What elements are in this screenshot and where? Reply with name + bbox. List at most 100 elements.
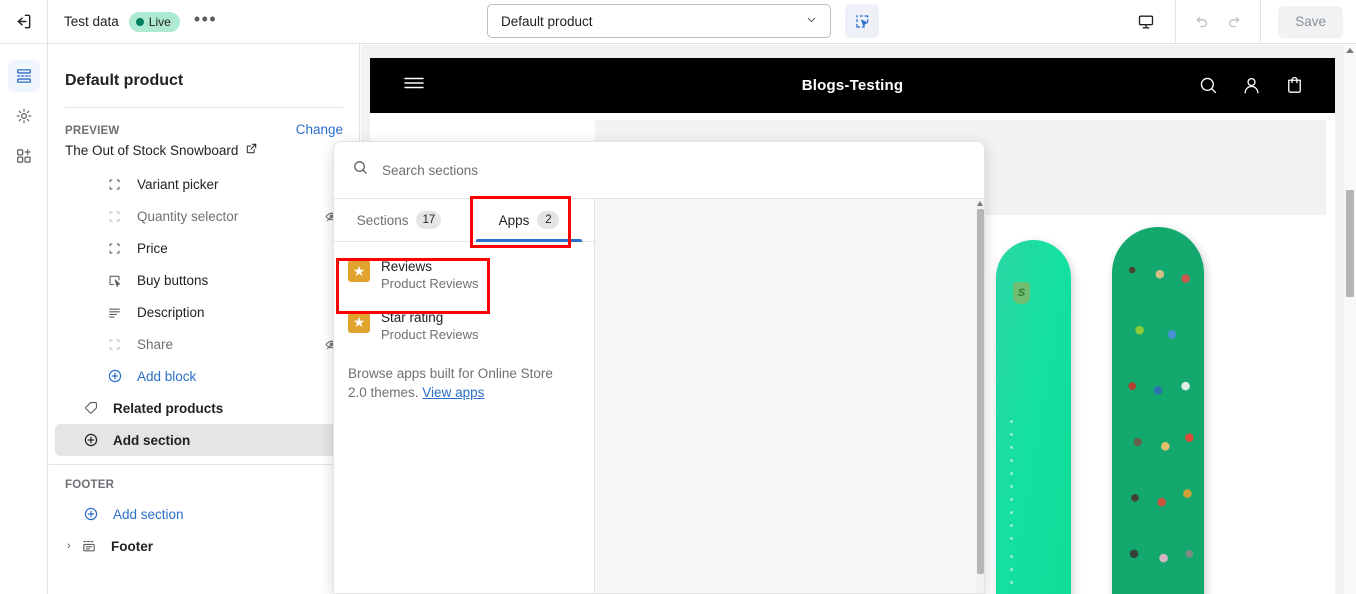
popover-tabs: Sections 17 Apps 2	[334, 199, 594, 242]
app-name: Star rating	[381, 310, 444, 325]
external-link-icon	[245, 142, 258, 158]
product-selector[interactable]: Default product	[487, 4, 831, 38]
theme-name: Test data	[64, 14, 119, 29]
footer-add-section-label: Add section	[113, 506, 184, 522]
plus-circle-icon	[107, 368, 127, 384]
preview-product-name: The Out of Stock Snowboard	[65, 142, 239, 158]
tab-sections-label: Sections	[356, 212, 409, 228]
top-bar-center: Default product	[487, 4, 879, 38]
section-row-related-products[interactable]: Related products	[55, 392, 353, 424]
board-dot-pattern	[1004, 550, 1026, 594]
search-icon	[352, 159, 369, 181]
more-options-button[interactable]: •••	[190, 10, 221, 30]
sidebar-item-sections[interactable]	[7, 60, 40, 92]
sections-icon	[16, 69, 31, 83]
popover-body: Sections 17 Apps 2 ★ Reviews Product Rev…	[334, 199, 984, 593]
block-row-buy-buttons[interactable]: Buy buttons	[55, 264, 353, 296]
exit-editor-button[interactable]	[0, 0, 48, 43]
add-block-button[interactable]: Add block	[55, 360, 353, 392]
app-developer: Product Reviews	[381, 327, 479, 342]
app-name: Reviews	[381, 259, 433, 274]
status-badge-label: Live	[148, 14, 171, 29]
top-bar: Test data Live ••• Default product Save	[0, 0, 1356, 44]
add-section-label: Add section	[113, 432, 191, 448]
scroll-up-arrow-icon[interactable]	[1346, 48, 1354, 53]
block-row-price[interactable]: Price	[55, 232, 353, 264]
search-input[interactable]	[382, 162, 966, 178]
preview-label: PREVIEW	[65, 125, 120, 137]
popover-scrollbar[interactable]	[976, 200, 984, 593]
undo-button[interactable]	[1194, 13, 1211, 30]
browse-apps-note: Browse apps built for Online Store 2.0 t…	[334, 352, 570, 402]
app-item-star-rating[interactable]: ★ Star rating Product Reviews	[334, 301, 594, 352]
preview-product[interactable]: The Out of Stock Snowboard	[65, 142, 343, 158]
redo-button[interactable]	[1225, 13, 1242, 30]
view-apps-link[interactable]: View apps	[422, 385, 484, 400]
left-icon-rail	[0, 44, 48, 594]
block-row-description[interactable]: Description	[55, 296, 353, 328]
chevron-right-icon[interactable]: ›	[67, 540, 81, 552]
app-item-reviews[interactable]: ★ Reviews Product Reviews	[334, 250, 594, 301]
block-label: Price	[137, 240, 168, 256]
theme-info: Test data Live •••	[48, 10, 221, 32]
storefront-header: Blogs-Testing	[370, 58, 1335, 113]
account-icon[interactable]	[1241, 75, 1262, 96]
block-icon	[107, 177, 127, 192]
section-row-footer[interactable]: › Footer	[55, 530, 353, 562]
sidebar-item-app-embeds[interactable]	[8, 140, 40, 172]
block-icon	[107, 209, 127, 224]
cart-icon[interactable]	[1284, 75, 1305, 96]
snowboard-image-right	[1112, 227, 1204, 594]
product-images: S	[984, 215, 1326, 594]
snowboard-image-left: S	[996, 240, 1071, 594]
exit-icon	[17, 14, 31, 29]
chevron-down-icon	[805, 13, 818, 29]
group-label-footer: FOOTER	[65, 479, 115, 491]
footer-add-section-button[interactable]: Add section	[55, 498, 353, 530]
add-section-button[interactable]: Add section	[55, 424, 353, 456]
scrollbar-thumb[interactable]	[977, 209, 984, 574]
live-dot-icon	[135, 17, 144, 26]
star-app-icon: ★	[348, 260, 370, 282]
section-picker-icon	[855, 14, 869, 28]
storefront-header-icons	[1198, 75, 1305, 96]
block-row-quantity-selector[interactable]: Quantity selector	[55, 200, 353, 232]
tag-icon	[83, 400, 103, 416]
page-title: Default product	[65, 72, 184, 89]
device-preview-button[interactable]	[1116, 0, 1177, 43]
block-row-share[interactable]: Share	[55, 328, 353, 360]
save-container: Save	[1261, 5, 1356, 38]
history-controls	[1176, 0, 1262, 43]
tab-sections[interactable]: Sections 17	[334, 199, 464, 241]
change-preview-button[interactable]: Change	[296, 122, 343, 137]
redo-icon	[1229, 17, 1240, 28]
search-icon[interactable]	[1198, 75, 1219, 96]
plus-circle-icon	[83, 432, 103, 448]
save-button[interactable]: Save	[1278, 5, 1343, 38]
scrollbar-thumb[interactable]	[1346, 190, 1354, 297]
text-lines-icon	[107, 305, 127, 320]
block-icon	[107, 241, 127, 256]
footer-section-icon	[81, 538, 101, 554]
tab-apps-count: 2	[537, 211, 560, 229]
tab-apps-label: Apps	[498, 212, 530, 228]
block-row-variant-picker[interactable]: Variant picker	[55, 168, 353, 200]
block-label: Description	[137, 304, 205, 320]
section-block-list: Variant picker Quantity selector Price B…	[49, 168, 359, 456]
popover-right-panel	[595, 199, 984, 593]
sidebar-item-theme-settings[interactable]	[8, 100, 40, 132]
settings-icon	[16, 108, 31, 124]
editor-sidebar: Default product PREVIEW Change The Out o…	[49, 44, 360, 594]
storefront-title: Blogs-Testing	[801, 77, 904, 94]
undo-icon	[1196, 17, 1208, 28]
scroll-up-arrow-icon[interactable]	[977, 201, 983, 206]
tab-apps[interactable]: Apps 2	[464, 199, 594, 242]
brand-logo-icon: S	[1013, 282, 1030, 304]
section-label: Related products	[113, 400, 224, 416]
section-picker-button[interactable]	[845, 4, 879, 38]
popover-search-row	[334, 142, 984, 199]
status-badge: Live	[128, 11, 180, 32]
preview-scrollbar[interactable]	[1344, 45, 1356, 594]
board-dot-pattern	[1004, 415, 1026, 545]
add-block-label: Add block	[137, 368, 197, 384]
